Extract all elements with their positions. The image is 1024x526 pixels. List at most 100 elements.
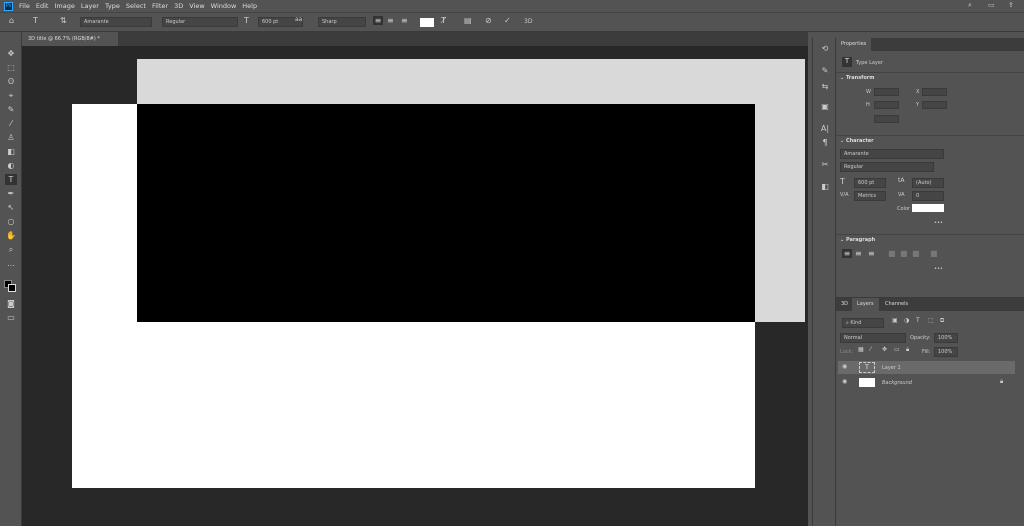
workspace-icon[interactable]: ▭ <box>988 1 995 9</box>
shape-tool-icon[interactable]: ○ <box>5 216 17 227</box>
hand-tool-icon[interactable]: ✋ <box>5 230 17 241</box>
commit-check-icon[interactable]: ✓ <box>504 16 511 25</box>
para-more-button[interactable]: ••• <box>934 266 943 272</box>
adjustments-icon[interactable]: ⇆ <box>819 82 831 91</box>
brush-tool-icon[interactable]: ⁄ <box>5 118 17 129</box>
align-right-icon[interactable]: ≡ <box>401 16 408 25</box>
pen-tool-icon[interactable]: ✒ <box>5 188 17 199</box>
history-icon[interactable]: ⟲ <box>819 44 831 53</box>
marquee-tool-icon[interactable]: ⬚ <box>5 62 17 73</box>
canvas-area[interactable] <box>22 46 808 526</box>
menu-help[interactable]: Help <box>242 2 257 10</box>
background-color-swatch[interactable] <box>8 284 16 292</box>
paragraph-icon[interactable]: ¶ <box>819 138 831 147</box>
tab-properties[interactable]: Properties <box>836 38 872 51</box>
quick-mask-icon[interactable]: ◙ <box>5 298 17 309</box>
blend-mode-select[interactable]: Normal <box>840 333 906 343</box>
share-icon[interactable]: ⇪ <box>1008 1 1014 9</box>
gradient-tool-icon[interactable]: ◐ <box>5 160 17 171</box>
align-center-icon[interactable]: ≡ <box>387 16 394 25</box>
align-left-icon[interactable]: ≡ <box>373 16 383 25</box>
lasso-tool-icon[interactable]: ʘ <box>5 76 17 87</box>
justify-last-right-icon[interactable]: ■ <box>912 249 920 258</box>
kerning-field[interactable]: Metrics <box>854 191 886 201</box>
path-select-icon[interactable]: ↖ <box>5 202 17 213</box>
font-style-select[interactable]: Regular <box>162 17 238 27</box>
3d-button[interactable]: 3D <box>524 18 532 25</box>
char-font-size[interactable]: 600 pt <box>854 178 886 188</box>
document-tab[interactable]: 3D title @ 66.7% (RGB/8#) * <box>22 32 118 46</box>
layer-row[interactable]: ◉ T Layer 1 <box>838 361 1015 374</box>
justify-all-icon[interactable]: ■ <box>930 249 938 258</box>
search-icon[interactable]: ⌕ <box>968 1 972 10</box>
menu-layer[interactable]: Layer <box>81 2 99 10</box>
menu-file[interactable]: File <box>19 2 30 10</box>
menu-view[interactable]: View <box>189 2 204 10</box>
menu-3d[interactable]: 3D <box>174 2 183 10</box>
tab-channels[interactable]: Channels <box>880 298 914 311</box>
filter-smart-object-icon[interactable]: ⧉ <box>940 317 944 325</box>
angle-field[interactable] <box>874 115 899 123</box>
para-align-right-icon[interactable]: ≡ <box>868 249 875 258</box>
eyedropper-icon[interactable]: ✎ <box>5 104 17 115</box>
quick-select-icon[interactable]: ⌖ <box>5 90 17 101</box>
visibility-eye-icon[interactable]: ◉ <box>842 363 847 370</box>
lock-artboard-icon[interactable]: ▭ <box>894 346 900 353</box>
y-field[interactable] <box>922 101 947 109</box>
filter-pixel-icon[interactable]: ▣ <box>892 317 898 324</box>
x-field[interactable] <box>922 88 947 96</box>
para-align-left-icon[interactable]: ≡ <box>842 249 852 258</box>
filter-shape-icon[interactable]: ⬚ <box>928 317 934 324</box>
brush-settings-icon[interactable]: ✎ <box>819 66 831 75</box>
justify-last-center-icon[interactable]: ■ <box>900 249 908 258</box>
warp-text-icon[interactable]: Ⱦ <box>441 16 446 25</box>
height-field[interactable] <box>874 101 899 109</box>
filter-adjustment-icon[interactable]: ◑ <box>904 317 909 324</box>
tracking-field[interactable]: 0 <box>912 191 944 201</box>
char-more-button[interactable]: ••• <box>934 220 943 226</box>
transform-header[interactable]: ⌄ Transform <box>840 75 874 81</box>
libraries-icon[interactable]: ▣ <box>819 102 831 111</box>
fill-field[interactable]: 100% <box>934 347 958 357</box>
lock-all-icon[interactable]: 🔒︎ <box>906 346 909 354</box>
para-align-center-icon[interactable]: ≡ <box>855 249 862 258</box>
filter-type-icon[interactable]: T <box>916 317 920 324</box>
properties-icon[interactable]: ◧ <box>819 182 831 191</box>
move-tool-icon[interactable]: ✥ <box>5 48 17 59</box>
character-panel-icon[interactable]: ▤ <box>464 16 472 25</box>
layer-filter-input[interactable]: ⌕ Kind <box>842 318 884 328</box>
leading-field[interactable]: (Auto) <box>912 178 944 188</box>
zoom-tool-icon[interactable]: ⌕ <box>5 244 17 255</box>
paragraph-header[interactable]: ⌄ Paragraph <box>840 237 875 243</box>
menu-select[interactable]: Select <box>126 2 146 10</box>
tab-3d[interactable]: 3D <box>836 298 854 311</box>
text-orientation-icon[interactable]: ⇅ <box>60 16 67 25</box>
tools-icon[interactable]: ✂ <box>819 160 831 169</box>
opacity-field[interactable]: 100% <box>934 333 958 343</box>
menu-type[interactable]: Type <box>105 2 120 10</box>
text-color-swatch[interactable] <box>420 18 434 27</box>
menu-filter[interactable]: Filter <box>152 2 168 10</box>
character-icon[interactable]: A| <box>819 124 831 133</box>
antialias-select[interactable]: Sharp <box>318 17 366 27</box>
home-icon[interactable]: ⌂ <box>9 16 14 25</box>
lock-pixels-icon[interactable]: ⁄ <box>870 346 871 353</box>
width-field[interactable] <box>874 88 899 96</box>
layer-name[interactable]: Layer 1 <box>882 365 901 371</box>
cancel-icon[interactable]: ⊘ <box>485 16 492 25</box>
menu-edit[interactable]: Edit <box>36 2 49 10</box>
menu-window[interactable]: Window <box>211 2 237 10</box>
justify-last-left-icon[interactable]: ■ <box>888 249 896 258</box>
lock-transparent-icon[interactable]: ▦ <box>858 346 864 353</box>
font-family-select[interactable]: Amarante <box>80 17 152 27</box>
character-header[interactable]: ⌄ Character <box>840 138 874 144</box>
char-color-swatch[interactable] <box>912 204 944 212</box>
more-tools-icon[interactable]: … <box>5 258 17 269</box>
menu-image[interactable]: Image <box>54 2 74 10</box>
layer-name[interactable]: Background <box>882 380 912 386</box>
type-tool-icon[interactable]: T <box>5 174 17 185</box>
char-font-style[interactable]: Regular <box>840 162 934 172</box>
eraser-tool-icon[interactable]: ◧ <box>5 146 17 157</box>
type-tool-icon[interactable]: T <box>33 16 38 25</box>
stamp-tool-icon[interactable]: ♙ <box>5 132 17 143</box>
